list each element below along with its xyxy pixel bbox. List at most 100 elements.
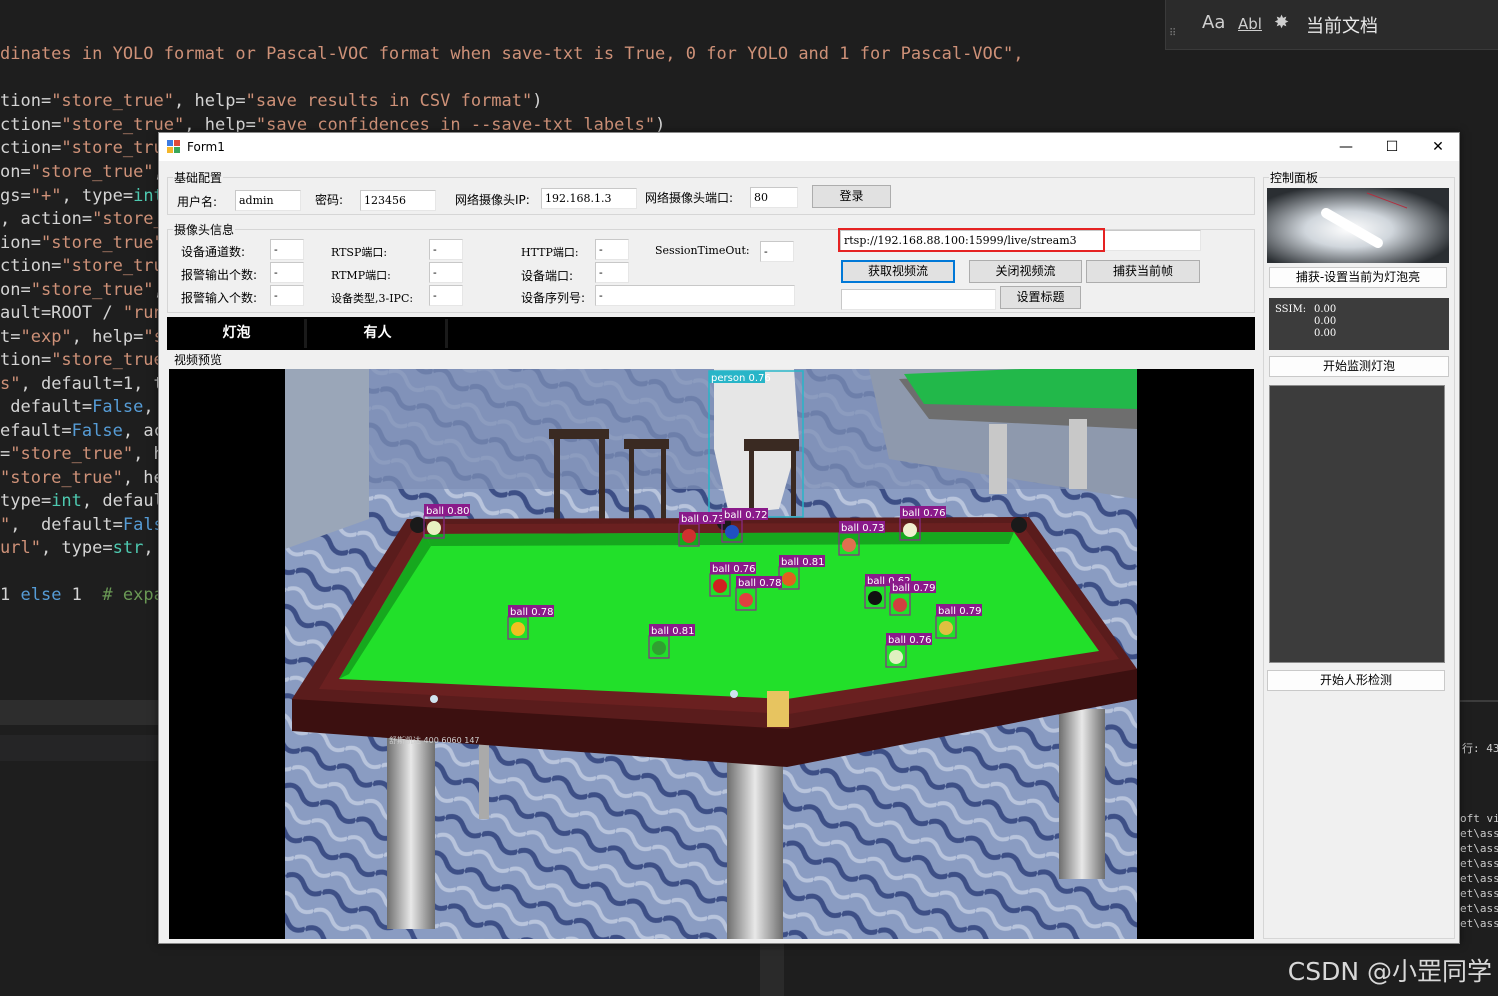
maximize-button[interactable]: ☐ xyxy=(1369,133,1415,161)
ip-label: 网络摄像头IP: xyxy=(455,193,530,207)
ball-label: ball 0.79 xyxy=(892,583,935,594)
code-line: on="store_true", xyxy=(0,280,164,300)
rtsp-port-value[interactable]: - xyxy=(429,239,463,260)
output-line: et\asse xyxy=(1460,887,1498,900)
session-timeout-value[interactable]: - xyxy=(760,241,794,262)
code-token: , help= xyxy=(71,327,144,347)
ball xyxy=(842,538,856,552)
camera-info-label: 摄像头信息 xyxy=(173,221,236,238)
ball-label: ball 0.76 xyxy=(888,635,931,646)
minimize-button[interactable]: — xyxy=(1323,133,1369,161)
get-stream-button[interactable]: 获取视频流 xyxy=(841,260,955,283)
code-token: ction= xyxy=(0,256,62,276)
code-token: ) xyxy=(532,91,543,111)
code-token: " xyxy=(0,515,11,535)
ball xyxy=(889,650,903,664)
output-line: et\asse xyxy=(1460,872,1498,885)
code-token: "store_true" xyxy=(40,233,164,253)
code-line: s", default=1, ty xyxy=(0,374,174,394)
set-title-button[interactable]: 设置标题 xyxy=(1000,286,1081,309)
serial-value[interactable]: - xyxy=(595,285,795,306)
code-token: "store_true" xyxy=(10,444,134,464)
code-token: ction= xyxy=(0,138,62,158)
ball xyxy=(903,523,917,537)
code-token: on= xyxy=(0,162,31,182)
code-token: ion= xyxy=(0,233,41,253)
http-port-value[interactable]: - xyxy=(595,239,629,260)
video-preview-label: 视频预览 xyxy=(173,351,224,368)
ball xyxy=(652,641,666,655)
port-label: 网络摄像头端口: xyxy=(645,191,734,205)
login-button[interactable]: 登录 xyxy=(812,185,891,208)
match-case-icon[interactable]: Aa xyxy=(1202,12,1225,33)
editor-scrollbar[interactable] xyxy=(760,944,784,996)
status-indicator-bar: 灯泡 有人 xyxy=(167,317,1255,350)
ball xyxy=(427,521,441,535)
channels-value[interactable]: - xyxy=(270,239,304,260)
output-line: et\asse xyxy=(1460,827,1498,840)
title-bar[interactable]: Form1 — ☐ ✕ xyxy=(159,133,1459,161)
ball-label: ball 0.73 xyxy=(681,514,724,525)
code-token: "store_true" xyxy=(0,468,123,488)
rtmp-port-value[interactable]: - xyxy=(429,262,463,283)
ball-label: ball 0.78 xyxy=(738,578,781,589)
device-port-value[interactable]: - xyxy=(595,262,629,283)
alarm-in-label: 报警输入个数: xyxy=(181,291,258,305)
code-token: efault= xyxy=(0,421,72,441)
ball-label: ball 0.79 xyxy=(938,606,981,617)
video-frame: person 0.76 舒斯凯达 400 6060 147 ball 0.80b… xyxy=(285,369,1137,939)
capture-frame-button[interactable]: 捕获当前帧 xyxy=(1086,260,1200,283)
device-type-value[interactable]: - xyxy=(429,285,463,306)
alarm-in-value[interactable]: - xyxy=(270,285,304,306)
person-detect-button[interactable]: 开始人形检测 xyxy=(1267,670,1445,691)
code-token: False xyxy=(92,397,144,417)
code-line: dinates in YOLO format or Pascal-VOC for… xyxy=(0,44,1024,64)
alarm-out-value[interactable]: - xyxy=(270,262,304,283)
ball-label: ball 0.73 xyxy=(841,523,884,534)
code-token: , type= xyxy=(61,186,134,206)
whole-word-icon[interactable]: Abl xyxy=(1238,15,1262,33)
code-token: default= xyxy=(0,397,93,417)
ssim-display: SSIM: 0.00 0.00 0.00 xyxy=(1269,298,1449,350)
title-input[interactable] xyxy=(841,289,996,310)
rtmp-port-label: RTMP端口: xyxy=(331,269,391,282)
port-input[interactable]: 80 xyxy=(750,187,798,208)
code-token: "store_true" xyxy=(30,280,154,300)
output-line: et\asse xyxy=(1460,857,1498,870)
code-line: type=int, default xyxy=(0,491,174,511)
far-table xyxy=(904,369,1137,409)
table-leg xyxy=(387,729,435,929)
code-line: tion="store_true" xyxy=(0,350,174,370)
http-port-label: HTTP端口: xyxy=(521,246,579,259)
person-status: 有人 xyxy=(310,319,448,348)
ball-label: ball 0.76 xyxy=(712,564,755,575)
rtsp-url-highlight xyxy=(838,228,1105,252)
code-token: "store_true" xyxy=(51,91,175,111)
password-label: 密码: xyxy=(315,193,344,207)
code-token: ction= xyxy=(0,115,62,135)
device-port-label: 设备端口: xyxy=(521,269,574,283)
password-input[interactable]: 123456 xyxy=(360,190,436,211)
close-stream-button[interactable]: 关闭视频流 xyxy=(969,260,1082,283)
person-bbox-label: person 0.76 xyxy=(711,373,771,384)
video-preview: person 0.76 舒斯凯达 400 6060 147 ball 0.80 … xyxy=(169,369,1254,939)
capture-light-button[interactable]: 捕获-设置当前为灯泡亮 xyxy=(1269,267,1447,288)
regex-icon[interactable]: ✸ xyxy=(1274,12,1289,33)
code-token: t= xyxy=(0,327,21,347)
window-title: Form1 xyxy=(187,140,225,154)
username-input[interactable]: admin xyxy=(235,190,301,211)
basic-config-label: 基础配置 xyxy=(173,169,224,186)
ip-input[interactable]: 192.168.1.3 xyxy=(541,188,637,209)
scope-current-document[interactable]: 当前文档 xyxy=(1306,12,1378,38)
ball xyxy=(511,622,525,636)
code-token: on= xyxy=(0,280,31,300)
code-line: ", default=False xyxy=(0,515,174,535)
rtsp-port-label: RTSP端口: xyxy=(331,246,388,259)
light-status: 灯泡 xyxy=(169,319,307,348)
close-button[interactable]: ✕ xyxy=(1415,133,1461,161)
code-token: "store_true" xyxy=(51,350,175,370)
code-line: default=False, a xyxy=(0,397,174,417)
bulb-image xyxy=(1267,188,1449,263)
code-line: gs="+", type=int, xyxy=(0,186,174,206)
monitor-light-button[interactable]: 开始监测灯泡 xyxy=(1269,356,1449,377)
